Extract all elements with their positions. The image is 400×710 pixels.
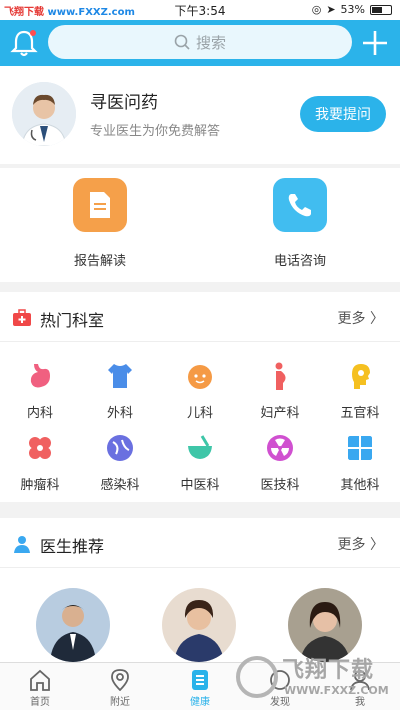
dept-oncology[interactable]: 肿瘤科 <box>0 432 80 493</box>
cells-icon <box>29 437 51 459</box>
dept-infection[interactable]: 感染科 <box>80 432 160 493</box>
doctor-recommendations: 医生推荐 更多 〉 <box>0 518 400 662</box>
baby-face-icon <box>188 365 212 389</box>
doctor-photo-1[interactable] <box>36 588 110 662</box>
dept-medtech[interactable]: 医技科 <box>240 432 320 493</box>
report-doc-icon <box>73 178 127 232</box>
dept-tcm[interactable]: 中医科 <box>160 432 240 493</box>
service-phone[interactable]: 电话咨询 <box>240 178 360 269</box>
bell-icon[interactable] <box>10 28 38 58</box>
service-report-label: 报告解读 <box>73 254 126 269</box>
stomach-icon <box>30 364 50 388</box>
status-bar: 飞翔下载 www.FXXZ.com 下午3:54 ◎ ➤ 53% <box>0 0 400 20</box>
gps-icon: ➤ <box>326 3 336 16</box>
dept-title: 热门科室 <box>40 311 105 330</box>
dept-header: 热门科室 更多 〉 <box>0 292 400 342</box>
ask-title: 寻医问药 <box>90 93 158 113</box>
ask-question-button[interactable]: 我要提问 <box>300 96 386 132</box>
home-icon <box>30 669 50 691</box>
health-doc-icon <box>192 670 208 690</box>
service-phone-label: 电话咨询 <box>273 254 326 269</box>
search-placeholder: 搜索 <box>195 33 226 52</box>
recommend-more-link[interactable]: 更多 〉 <box>338 534 384 554</box>
dept-internal[interactable]: 内科 <box>0 360 80 421</box>
phone-icon <box>273 178 327 232</box>
lock-icon: ◎ <box>311 3 322 16</box>
ask-doctor-card: 寻医问药 专业医生为你免费解答 我要提问 <box>0 66 400 164</box>
battery-percent: 53% <box>340 3 365 16</box>
dept-obstetrics[interactable]: 妇产科 <box>240 360 320 421</box>
dept-surgery[interactable]: 外科 <box>80 360 160 421</box>
tab-home[interactable]: 首页 <box>0 663 80 710</box>
dept-other[interactable]: 其他科 <box>320 432 400 493</box>
hot-departments: 热门科室 更多 〉 内科 外科 儿科 妇产科 五官科 肿瘤科 感染科 中医科 医… <box>0 292 400 502</box>
site-watermark: 飞翔下载 WWW.FXXZ.COM <box>232 648 400 710</box>
services-row: 报告解读 电话咨询 <box>0 168 400 282</box>
search-icon <box>174 34 190 50</box>
grid-icon <box>348 436 372 460</box>
watermark-logo-icon <box>236 656 278 698</box>
medical-kit-icon <box>13 309 31 326</box>
recommend-title: 医生推荐 <box>40 537 105 556</box>
pregnant-icon <box>275 362 286 390</box>
doctor-photo-2[interactable] <box>162 588 236 662</box>
dept-pediatrics[interactable]: 儿科 <box>160 360 240 421</box>
service-report[interactable]: 报告解读 <box>40 178 160 269</box>
shirt-icon <box>108 364 132 388</box>
ask-subtitle: 专业医生为你免费解答 <box>90 124 221 139</box>
chevron-right-icon: 〉 <box>370 311 384 327</box>
mortar-icon <box>188 435 212 459</box>
head-profile-icon <box>352 364 370 389</box>
doctor-avatar <box>12 82 76 146</box>
search-input[interactable]: 搜索 <box>48 25 352 59</box>
chevron-right-icon: 〉 <box>370 537 384 553</box>
battery-icon <box>370 4 392 15</box>
plus-icon[interactable] <box>360 28 390 58</box>
recommend-header: 医生推荐 更多 〉 <box>0 518 400 568</box>
tab-health[interactable]: 健康 <box>160 663 240 710</box>
virus-icon <box>107 435 133 461</box>
doctor-icon <box>14 536 30 553</box>
top-bar: 搜索 <box>0 20 400 66</box>
tab-nearby[interactable]: 附近 <box>80 663 160 710</box>
dept-ent[interactable]: 五官科 <box>320 360 400 421</box>
location-pin-icon <box>111 669 129 691</box>
radiation-icon <box>267 435 293 461</box>
dept-more-link[interactable]: 更多 〉 <box>338 308 384 328</box>
